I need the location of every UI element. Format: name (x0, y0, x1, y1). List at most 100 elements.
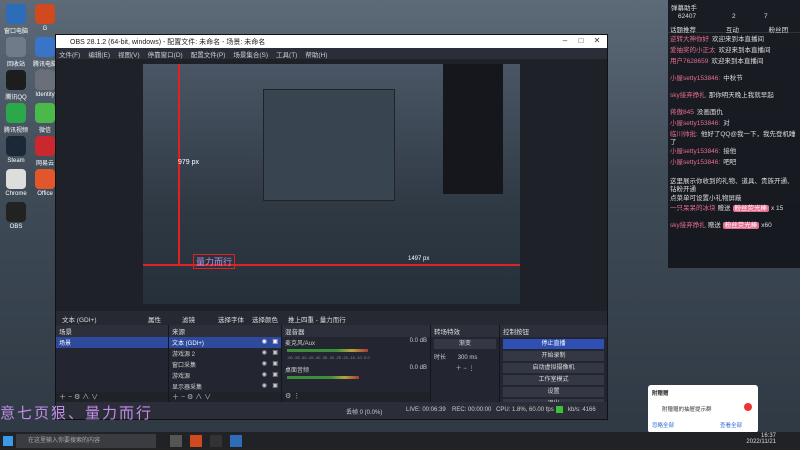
transition-buttons[interactable]: ＋ − ⋮ (431, 362, 499, 373)
scene-item[interactable]: 场景 (56, 337, 168, 348)
gift-item: 粉丝荧光棒 (732, 205, 769, 212)
source-item[interactable]: 显示器采集 ◉ ▣ (169, 381, 281, 392)
select-color-button[interactable]: 选择颜色 (252, 314, 278, 324)
chat-title: 弹幕助手 (671, 5, 697, 12)
obs-titlebar[interactable]: OBS 28.1.2 (64-bit, windows) - 配置文件: 未命名… (56, 35, 607, 48)
lock-icon[interactable]: ▣ (272, 338, 278, 345)
lock-icon[interactable]: ▣ (272, 360, 278, 367)
notification-body: 附赠赠的抽屉提示群 (662, 407, 712, 413)
source-item[interactable]: 游戏源 2 ◉ ▣ (169, 348, 281, 359)
desktop-icon[interactable]: 回收站 (2, 37, 30, 68)
view-all-link[interactable]: 查看全部 (720, 421, 742, 429)
menu-item[interactable]: 停靠窗口(D) (148, 49, 183, 59)
controls-header: 控制按钮 (500, 325, 607, 337)
desktop-icon-label: 回收站 (6, 62, 25, 68)
notification-popup[interactable]: 附赠赠 附赠赠的抽屉提示群 忽略全部 查看全部 (648, 385, 758, 433)
source-item[interactable]: 窗口采集 ◉ ▣ (169, 359, 281, 370)
chat-message: 爱抽奖的小正太 欢迎来到本直播间 (670, 47, 798, 55)
chat-message: 小屋setty153846: 接他 (670, 148, 798, 156)
minimize-icon[interactable]: – (558, 36, 572, 47)
sources-header: 来源 (169, 325, 281, 337)
chat-panel: 弹幕助手 62407 2 7 话题推荐 互动 粉丝团 逆转大神你好 欢迎来到本直播… (668, 0, 800, 268)
visibility-eye-icon[interactable]: ◉ (262, 338, 267, 345)
chat-nick: 逆转大神你好 (670, 36, 709, 43)
tab-topics[interactable]: 话题推荐 (670, 27, 696, 34)
desktop-icon[interactable]: Chrome (2, 169, 30, 197)
chat-message: 小屋setty153846: 中秋节 (670, 75, 798, 83)
desktop-icon[interactable]: 腾讯视频 (2, 103, 30, 134)
preview-area[interactable]: 979 px 量力而行 1497 px (56, 59, 607, 311)
chat-text: 对 (723, 120, 730, 127)
text-content-field[interactable]: 推上四重 - 量力而行 (288, 314, 346, 324)
cpu-fps: CPU: 1.8%, 60.00 fps (496, 407, 554, 413)
mixer-header: 混音器 (282, 325, 430, 337)
task-view-icon[interactable] (170, 435, 182, 447)
tab-interact[interactable]: 互动 (726, 27, 739, 34)
taskbar-app-icon[interactable] (190, 435, 202, 447)
desktop-icon-label: 腾讯视频 (3, 128, 28, 134)
sources-footer: ＋ − ⚙ ∧ ∨ (169, 392, 281, 402)
desktop-icon[interactable]: OBS (2, 202, 30, 230)
filters-button[interactable]: 滤镜 (182, 314, 195, 324)
control-button[interactable]: 设置 (503, 387, 604, 397)
menu-item[interactable]: 帮助(H) (305, 49, 327, 59)
desktop-icon[interactable]: 腾讯QQ (2, 70, 30, 101)
menu-item[interactable]: 编辑(E) (88, 49, 110, 59)
source-item[interactable]: 文本 (GDI+) ◉ ▣ (169, 337, 281, 348)
windows-start-icon[interactable] (3, 436, 13, 446)
menu-item[interactable]: 工具(T) (276, 49, 297, 59)
control-button[interactable]: 开始录制 (503, 351, 604, 361)
app-icon (35, 4, 55, 24)
mic-text-source[interactable]: 量力而行 (193, 254, 236, 269)
transition-select[interactable]: 渐变 (434, 339, 496, 349)
menu-item[interactable]: 场景集合(S) (233, 49, 268, 59)
desktop-icon-label: 窗口电脑 (3, 29, 28, 35)
visibility-eye-icon[interactable]: ◉ (262, 382, 267, 389)
control-button[interactable]: 启动虚拟摄像机 (503, 363, 604, 373)
selected-source-label: 文本 (GDI+) (62, 317, 97, 324)
tab-fans[interactable]: 粉丝团 (769, 27, 789, 34)
gift-message: 一只呆呆的冰块 赠送 粉丝荧光棒 x 15 (670, 205, 798, 213)
desktop-icon[interactable]: Steam (2, 136, 30, 164)
lock-icon[interactable]: ▣ (272, 371, 278, 378)
chat-nick: 小屋setty153846: (670, 120, 721, 127)
control-button[interactable]: 停止直播 (503, 339, 604, 349)
ignore-all-link[interactable]: 忽略全部 (652, 421, 674, 429)
lock-icon[interactable]: ▣ (272, 349, 278, 356)
visibility-eye-icon[interactable]: ◉ (262, 349, 267, 356)
mixer-channel-mic: 麦克风/Aux 0.0 dB (285, 338, 427, 347)
control-button[interactable]: 工作室模式 (503, 375, 604, 385)
chat-nick: sky接弃挣扎 (670, 92, 706, 99)
mixer-footer: ⚙ ⋮ (282, 392, 430, 402)
desktop-icon-label: G (42, 26, 48, 32)
taskbar-search[interactable]: 在这里输入你要搜索的内容 (16, 434, 156, 448)
source-item[interactable]: 游戏源 ◉ ▣ (169, 370, 281, 381)
unread-badge-icon (744, 403, 752, 411)
chat-nick: 蒋傲845 (670, 109, 694, 116)
chat-notice: 这里展示你收到的礼物、道具、贵族开通、钻粉开通 (670, 178, 794, 193)
taskbar-obs-icon[interactable] (210, 435, 222, 447)
viewer-count: 62407 (678, 13, 697, 20)
visibility-eye-icon[interactable]: ◉ (262, 371, 267, 378)
menu-item[interactable]: 配置文件(P) (191, 49, 226, 59)
taskbar-app-icon-2[interactable] (230, 435, 242, 447)
close-icon[interactable]: ✕ (590, 36, 604, 47)
desktop-icon[interactable]: G (31, 4, 59, 32)
mixer-scale: -60 -55 -50 -45 -40 -35 -30 -25 -20 -15 … (287, 355, 370, 360)
menu-item[interactable]: 文件(F) (59, 49, 80, 59)
visibility-eye-icon[interactable]: ◉ (262, 360, 267, 367)
preview-canvas[interactable]: 979 px 量力而行 1497 px (143, 64, 520, 304)
stream-overlay-text: 意七页狠、量力而行 (0, 405, 154, 422)
desktop-icon[interactable]: 窗口电脑 (2, 4, 30, 35)
lock-icon[interactable]: ▣ (272, 382, 278, 389)
properties-button[interactable]: 属性 (148, 314, 161, 324)
dropped-frames: 丢帧 0 (0.0%) (346, 410, 383, 416)
menu-item[interactable]: 视图(V) (118, 49, 140, 59)
chat-message: sky接弃挣扎 那你明天晚上我就早起 (670, 92, 798, 100)
select-font-button[interactable]: 选择字体 (218, 314, 244, 324)
transitions-header: 转场特效 (431, 325, 499, 337)
rec-time: REC: 00:00:00 (452, 407, 492, 413)
maximize-icon[interactable]: □ (574, 36, 588, 47)
chat-nick: 爱抽奖的小正太 (670, 47, 716, 54)
duration-input[interactable]: 300 ms (458, 355, 478, 361)
